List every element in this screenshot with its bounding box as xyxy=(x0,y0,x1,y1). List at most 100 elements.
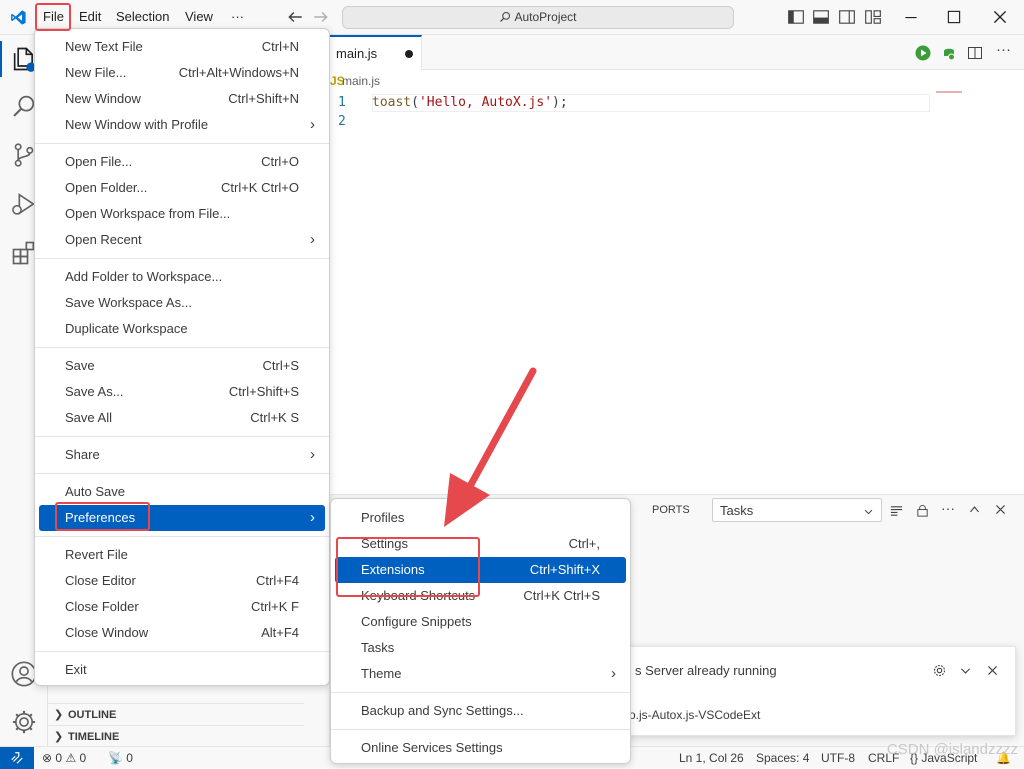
menu-item-shortcut: Ctrl+Shift+S xyxy=(228,384,299,399)
menu-item-label: Save All xyxy=(65,410,112,425)
back-arrow-icon[interactable] xyxy=(286,8,304,26)
active-indicator xyxy=(0,41,2,77)
broadcast-icon: 📡 xyxy=(108,751,123,765)
file-menu-item-revert-file[interactable]: Revert File xyxy=(39,542,325,568)
minimize-icon[interactable] xyxy=(902,8,920,26)
menu-item-label: New Window xyxy=(65,91,141,106)
file-menu-item-new-file[interactable]: New File... Ctrl+Alt+Windows+N xyxy=(39,60,325,86)
collapse-notification-icon[interactable] xyxy=(959,664,972,677)
toggle-primary-sidebar-icon[interactable] xyxy=(787,8,805,26)
file-menu-item-share[interactable]: Share › xyxy=(39,442,325,468)
notification-settings-icon[interactable] xyxy=(932,663,947,678)
menu-item-shortcut: Ctrl+Shift+X xyxy=(529,562,600,577)
file-menu-item-close-folder[interactable]: Close Folder Ctrl+K F xyxy=(39,594,325,620)
menu-more[interactable]: ··· xyxy=(225,5,250,29)
file-menu-item-new-window-with-profile[interactable]: New Window with Profile › xyxy=(39,112,325,138)
cursor-position[interactable]: Ln 1, Col 26 xyxy=(679,750,744,766)
forward-arrow-icon[interactable] xyxy=(312,8,330,26)
file-menu-item-save-all[interactable]: Save All Ctrl+K S xyxy=(39,405,325,431)
preferences-menu-item-theme[interactable]: Theme › xyxy=(335,661,626,687)
split-editor-icon[interactable] xyxy=(967,45,983,61)
error-count: 0 xyxy=(55,751,63,765)
file-menu-item-save-workspace-as[interactable]: Save Workspace As... xyxy=(39,290,325,316)
customize-layout-icon[interactable] xyxy=(864,8,882,26)
file-menu-item-new-window[interactable]: New Window Ctrl+Shift+N xyxy=(39,86,325,112)
timeline-section[interactable]: ❯ TIMELINE xyxy=(48,725,304,747)
file-menu-item-close-window[interactable]: Close Window Alt+F4 xyxy=(39,620,325,646)
menu-item-shortcut: Ctrl+K Ctrl+S xyxy=(523,588,600,603)
close-notification-icon[interactable] xyxy=(986,664,999,677)
panel-more-icon[interactable]: ··· xyxy=(941,500,955,516)
remote-indicator[interactable] xyxy=(0,747,34,769)
outline-section[interactable]: ❯ OUTLINE xyxy=(48,703,304,725)
encoding[interactable]: UTF-8 xyxy=(821,750,855,766)
editor-tab-bar: main.js ··· xyxy=(330,35,1024,70)
unsaved-dot-icon[interactable] xyxy=(405,50,413,58)
more-actions-icon[interactable]: ··· xyxy=(996,41,1011,58)
annotation-box-file xyxy=(35,3,71,31)
search-icon xyxy=(500,11,511,22)
file-menu-item-add-folder-to-workspace[interactable]: Add Folder to Workspace... xyxy=(39,264,325,290)
minimap[interactable] xyxy=(936,91,962,93)
panel-tab-ports[interactable]: PORTS xyxy=(652,504,690,516)
command-center-search[interactable]: AutoProject xyxy=(342,6,734,29)
chevron-right-icon: › xyxy=(310,116,315,133)
menu-item-shortcut: Ctrl+K F xyxy=(250,599,299,614)
menu-item-label: Tasks xyxy=(361,640,395,655)
menu-separator xyxy=(35,651,329,652)
chevron-right-icon: › xyxy=(310,231,315,248)
maximize-panel-icon[interactable] xyxy=(968,503,981,516)
preferences-menu-item-online-services-settings[interactable]: Online Services Settings xyxy=(335,735,626,761)
menu-item-label: Add Folder to Workspace... xyxy=(65,269,223,284)
preferences-menu-item-backup-and-sync-settings[interactable]: Backup and Sync Settings... xyxy=(335,698,626,724)
menu-item-label: Revert File xyxy=(65,547,128,562)
indentation[interactable]: Spaces: 4 xyxy=(756,750,809,766)
file-menu-item-open-workspace-from-file[interactable]: Open Workspace from File... xyxy=(39,201,325,227)
file-menu-item-open-folder[interactable]: Open Folder... Ctrl+K Ctrl+O xyxy=(39,175,325,201)
menu-item-shortcut: Ctrl+K Ctrl+O xyxy=(220,180,299,195)
maximize-icon[interactable] xyxy=(945,8,963,26)
menu-item-shortcut: Ctrl+S xyxy=(262,358,299,373)
toggle-secondary-sidebar-icon[interactable] xyxy=(838,8,856,26)
preferences-menu-item-configure-snippets[interactable]: Configure Snippets xyxy=(335,609,626,635)
notification-message: s Server already running xyxy=(635,663,777,678)
close-panel-icon[interactable] xyxy=(994,503,1007,516)
file-menu-item-new-text-file[interactable]: New Text File Ctrl+N xyxy=(39,34,325,60)
file-menu-item-duplicate-workspace[interactable]: Duplicate Workspace xyxy=(39,316,325,342)
menu-item-label: Open File... xyxy=(65,154,133,169)
tab-main-js[interactable]: main.js xyxy=(330,35,422,70)
file-menu-item-exit[interactable]: Exit xyxy=(39,657,325,683)
run-play-icon[interactable] xyxy=(915,45,931,61)
close-window-icon[interactable] xyxy=(991,8,1009,26)
clear-output-icon[interactable] xyxy=(889,503,904,518)
tab-label: main.js xyxy=(336,46,378,61)
menu-separator xyxy=(35,347,329,348)
menu-selection[interactable]: Selection xyxy=(110,5,175,29)
file-menu-item-open-recent[interactable]: Open Recent › xyxy=(39,227,325,253)
file-menu-item-close-editor[interactable]: Close Editor Ctrl+F4 xyxy=(39,568,325,594)
chevron-down-icon xyxy=(864,509,873,515)
menu-edit[interactable]: Edit xyxy=(73,5,107,29)
file-menu-item-save[interactable]: Save Ctrl+S xyxy=(39,353,325,379)
preferences-menu-item-tasks[interactable]: Tasks xyxy=(335,635,626,661)
menu-item-label: Open Recent xyxy=(65,232,142,247)
toggle-panel-icon[interactable] xyxy=(812,8,830,26)
manage-gear-icon[interactable] xyxy=(10,708,38,736)
lock-icon[interactable] xyxy=(915,503,930,518)
file-menu-item-save-as[interactable]: Save As... Ctrl+Shift+S xyxy=(39,379,325,405)
menu-view[interactable]: View xyxy=(179,5,219,29)
menu-item-label: Share xyxy=(65,447,100,462)
menu-item-label: Open Workspace from File... xyxy=(65,206,231,221)
menu-item-label: Save xyxy=(65,358,95,373)
menu-separator xyxy=(35,258,329,259)
menu-item-shortcut: Ctrl+F4 xyxy=(256,573,299,588)
menu-separator xyxy=(35,536,329,537)
menu-item-label: Online Services Settings xyxy=(361,740,503,755)
code-line[interactable]: toast('Hello, AutoX.js'); xyxy=(372,95,568,110)
file-menu-item-open-file[interactable]: Open File... Ctrl+O xyxy=(39,149,325,175)
chevron-right-icon: ❯ xyxy=(54,709,64,721)
autox-run-icon[interactable] xyxy=(941,45,957,61)
problems-indicator[interactable]: ⊗ 0 ⚠ 0 xyxy=(42,750,86,766)
ports-indicator[interactable]: 📡 0 xyxy=(108,750,133,766)
tasks-select[interactable]: Tasks xyxy=(712,498,882,522)
